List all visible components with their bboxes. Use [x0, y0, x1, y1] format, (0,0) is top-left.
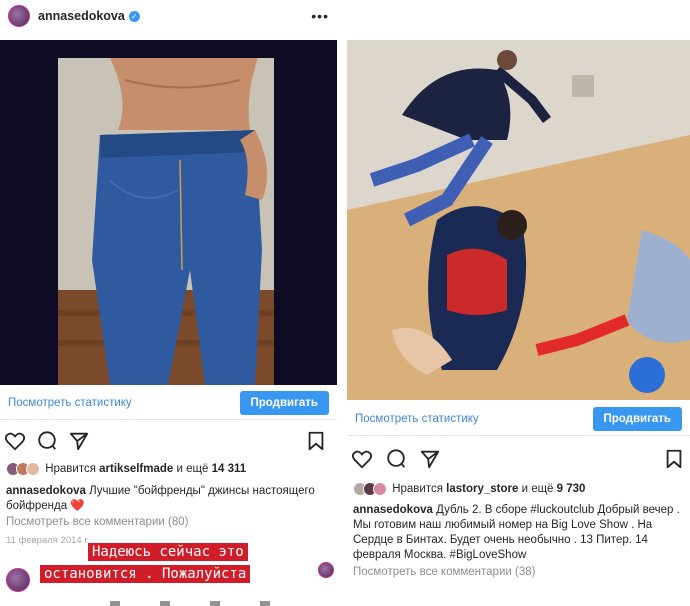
right-post-panel: Посмотреть статистику Продвигать Нравитс…	[347, 0, 690, 606]
share-icon[interactable]	[68, 430, 90, 452]
dance-photo	[347, 40, 690, 400]
action-row	[347, 444, 690, 474]
bookmark-icon[interactable]	[663, 448, 685, 470]
liker-username[interactable]: artikselfmade	[99, 463, 173, 475]
likes-prefix: Нравится	[392, 483, 447, 495]
post-photo[interactable]	[0, 40, 337, 385]
story-overlay-text-line1: Надеюсь сейчас это	[88, 543, 248, 561]
jeans-photo	[58, 58, 274, 385]
caption: annasedokova Лучшие "бойфренды" джинсы н…	[6, 484, 326, 514]
verified-icon: ✓	[128, 10, 140, 22]
story-overlay-text-line2: остановится . Пожалуйста	[40, 565, 251, 583]
bookmark-icon[interactable]	[305, 430, 327, 452]
more-icon[interactable]: •••	[311, 8, 329, 24]
view-stats-link[interactable]: Посмотреть статистику	[8, 397, 132, 409]
likes-prefix: Нравится	[45, 463, 100, 475]
promote-button[interactable]: Продвигать	[592, 406, 682, 431]
likes-row[interactable]: Нравится artikselfmade и ещё 14 311	[6, 462, 246, 476]
stats-bar: Посмотреть статистику Продвигать	[0, 386, 337, 420]
heart-icon[interactable]	[351, 448, 373, 470]
liker-username[interactable]: lastory_store	[446, 483, 518, 495]
comment-icon[interactable]	[385, 448, 407, 470]
likes-count[interactable]: 9 730	[557, 483, 586, 495]
view-comments-link[interactable]: Посмотреть все комментарии (80)	[6, 516, 188, 528]
tabbar-icons	[110, 601, 270, 606]
liker-avatars	[353, 482, 387, 496]
post-date: 11 февраля 2014 г.	[6, 535, 90, 546]
heart-icon[interactable]	[4, 430, 26, 452]
likes-mid: и ещё	[173, 463, 212, 475]
username[interactable]: annasedokova	[38, 9, 125, 23]
action-row	[0, 426, 337, 456]
comment-avatar[interactable]	[6, 568, 30, 592]
comment-avatar-small[interactable]	[318, 562, 334, 578]
left-post-panel: annasedokova ✓ ••• Посмотреть статистику…	[0, 0, 337, 606]
bottom-tab-bar	[0, 596, 337, 606]
likes-row[interactable]: Нравится lastory_store и ещё 9 730	[353, 482, 585, 496]
view-comments-link[interactable]: Посмотреть все комментарии (38)	[353, 566, 535, 578]
caption-username[interactable]: annasedokova	[353, 504, 433, 516]
share-icon[interactable]	[419, 448, 441, 470]
caption: annasedokova Дубль 2. В сборе #luckoutcl…	[353, 503, 685, 563]
caption-username[interactable]: annasedokova	[6, 485, 86, 497]
comment-icon[interactable]	[36, 430, 58, 452]
view-stats-link[interactable]: Посмотреть статистику	[355, 413, 479, 425]
post-header: annasedokova ✓ •••	[0, 0, 337, 32]
likes-mid: и ещё	[518, 483, 557, 495]
avatar[interactable]	[8, 5, 30, 27]
likes-count[interactable]: 14 311	[212, 463, 247, 475]
post-photo[interactable]	[347, 40, 690, 400]
liker-avatars	[6, 462, 40, 476]
stats-bar: Посмотреть статистику Продвигать	[347, 402, 690, 436]
promote-button[interactable]: Продвигать	[239, 390, 329, 415]
